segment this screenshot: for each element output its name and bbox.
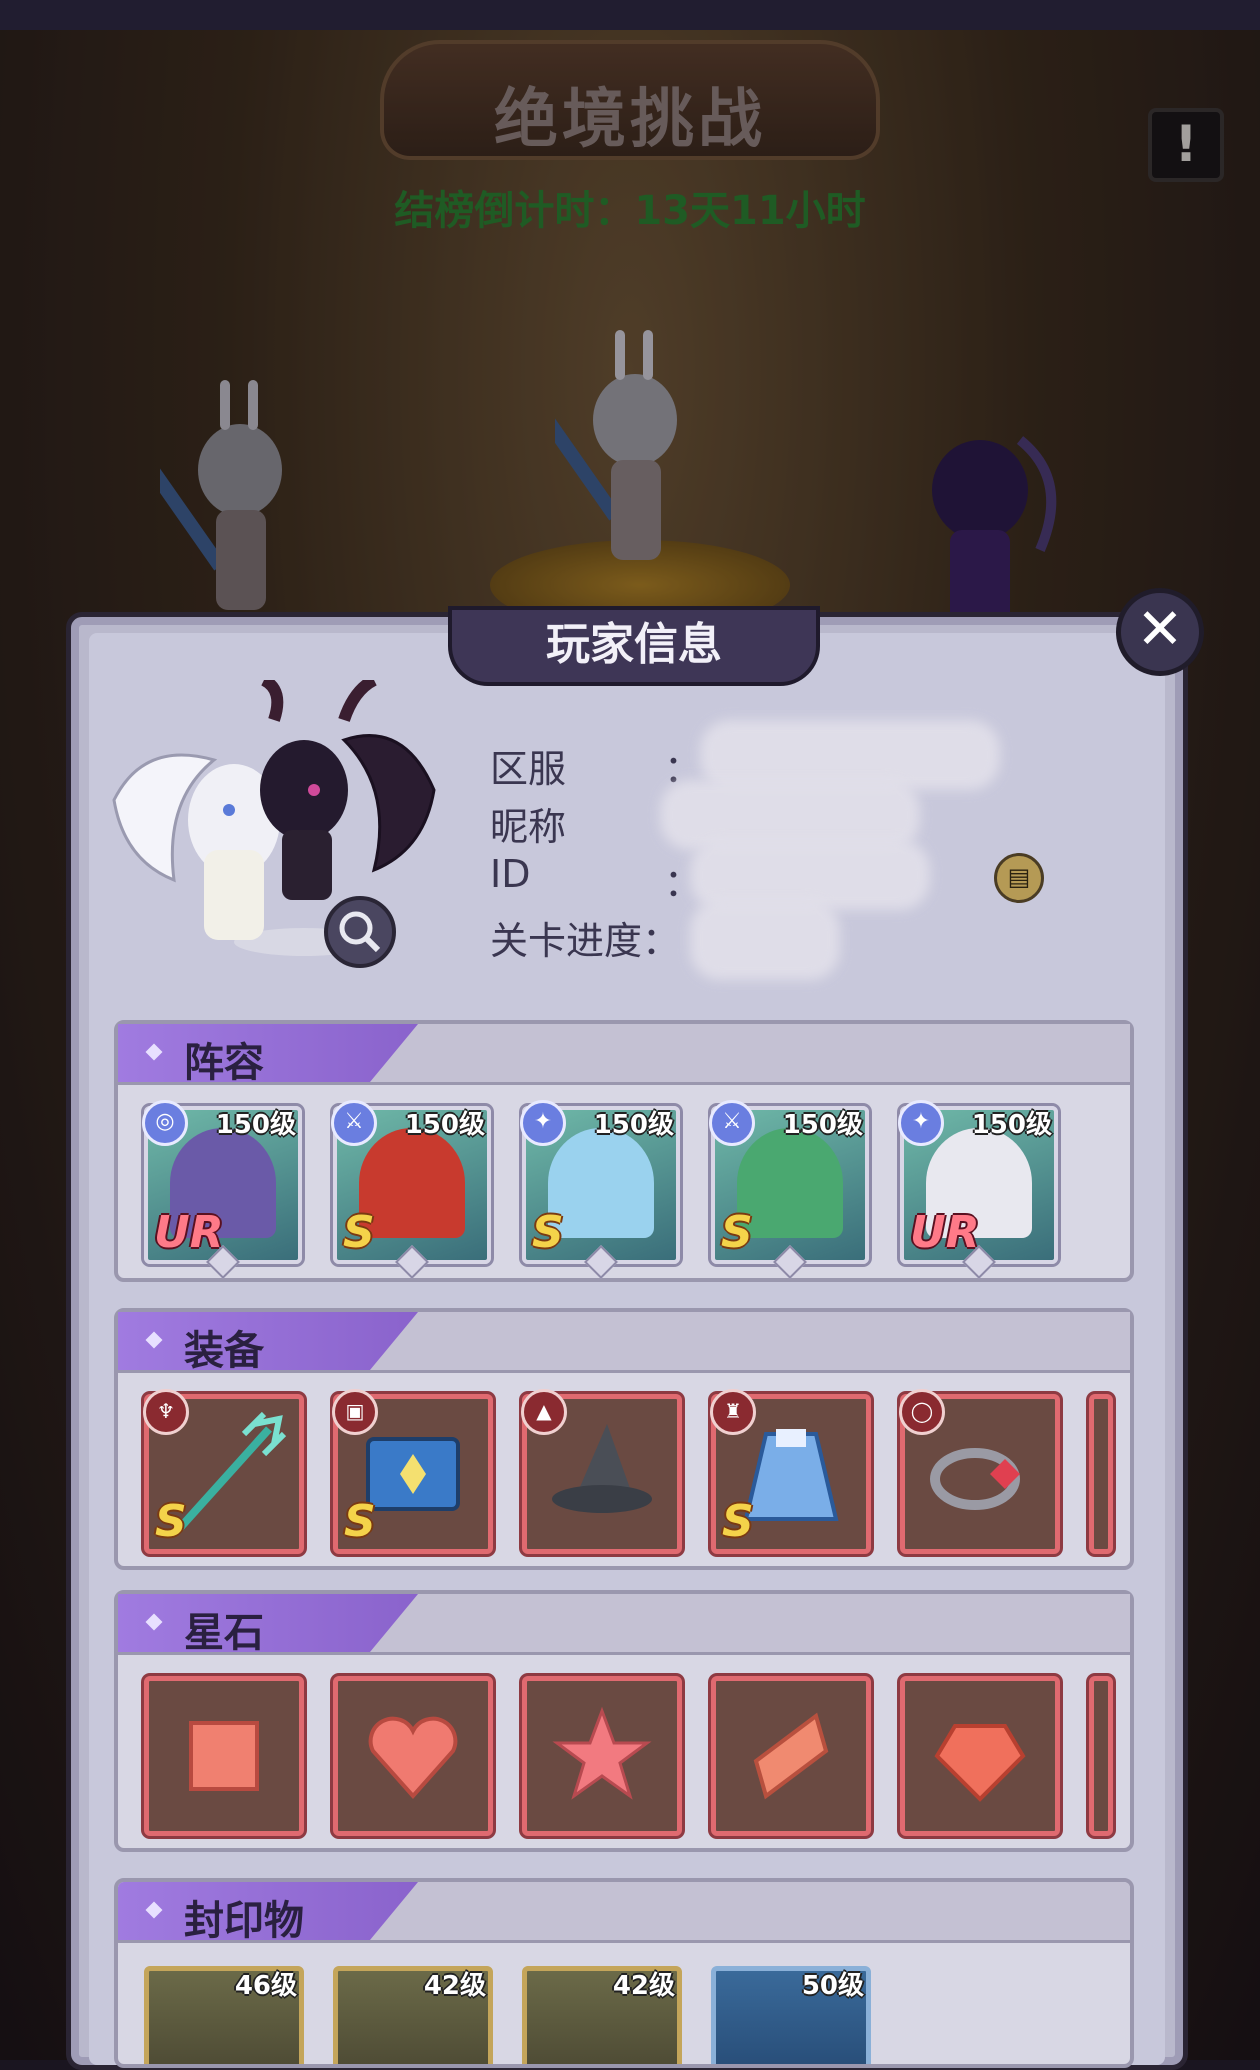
seal-card[interactable]: 42级	[522, 1966, 682, 2064]
square-gem-icon	[149, 1681, 299, 1831]
heart-gem-icon	[338, 1681, 488, 1831]
hero-level: 150级	[782, 1110, 863, 1140]
hero-level: 150级	[215, 1110, 296, 1140]
weapon-slot-icon: ♆	[143, 1389, 189, 1435]
diamond-icon	[395, 1245, 429, 1279]
armor-slot-icon: ♜	[710, 1389, 756, 1435]
server-label: 区服	[490, 747, 567, 791]
seal-section: 封印物 46级 42级 42级 50级	[114, 1878, 1134, 2068]
hero-rank: S	[343, 1207, 375, 1258]
progress-label: 关卡进度：	[490, 919, 681, 963]
seal-title: 封印物	[184, 1898, 304, 1944]
starstone-card[interactable]	[711, 1676, 871, 1836]
hero-level: 150级	[404, 1110, 485, 1140]
copy-icon[interactable]: ▤	[994, 853, 1044, 903]
hero-rank: UR	[910, 1207, 980, 1258]
starstone-card[interactable]	[333, 1676, 493, 1836]
equipment-section: 装备 ♆ S ▣ S ▲ ♜ S ◯	[114, 1308, 1134, 1570]
seal-level: 42级	[423, 1971, 486, 2001]
swirl-icon: ◎	[142, 1100, 188, 1146]
diamond-icon	[773, 1245, 807, 1279]
seal-level: 42级	[612, 1971, 675, 2001]
hero-rank: S	[532, 1207, 564, 1258]
equipment-card-partial[interactable]	[1089, 1394, 1113, 1554]
seal-card[interactable]: 46级	[144, 1966, 304, 2064]
hero-rank: UR	[154, 1207, 224, 1258]
close-icon[interactable]: ✕	[1116, 588, 1204, 676]
magnifier-icon[interactable]	[324, 896, 396, 968]
equipment-card[interactable]: ♆ S	[143, 1389, 304, 1554]
id-label: ID	[490, 852, 531, 896]
lineup-tab	[118, 1024, 418, 1082]
lineup-title: 阵容	[184, 1040, 264, 1086]
ring-slot-icon: ◯	[899, 1389, 945, 1435]
sword-icon: ⚔	[709, 1100, 755, 1146]
wing-icon: ✦	[520, 1100, 566, 1146]
hero-card[interactable]: ◎ 150级 UR	[142, 1100, 302, 1279]
seal-level: 46级	[234, 1971, 297, 2001]
hat-slot-icon: ▲	[521, 1389, 567, 1435]
nickname-label: 昵称	[490, 805, 567, 849]
redacted-progress	[690, 900, 840, 980]
starstone-card[interactable]	[144, 1676, 304, 1836]
wing-icon: ✦	[898, 1100, 944, 1146]
equipment-card[interactable]: ▲	[521, 1389, 682, 1554]
star-gem-icon	[527, 1681, 677, 1831]
starstone-tab	[118, 1594, 418, 1652]
starstone-section: 星石	[114, 1590, 1134, 1852]
equipment-rank: S	[155, 1496, 187, 1547]
hero-card[interactable]: ⚔ 150级 S	[709, 1100, 869, 1279]
panel-title: 玩家信息	[448, 606, 820, 686]
hero-card[interactable]: ⚔ 150级 S	[331, 1100, 491, 1279]
equipment-tab	[118, 1312, 418, 1370]
starstone-card-partial[interactable]	[1089, 1676, 1113, 1836]
book-slot-icon: ▣	[332, 1389, 378, 1435]
equipment-rank: S	[344, 1496, 376, 1547]
lineup-section: 阵容 ◎ 150级 UR ⚔ 150级 S ✦ 150级 S ⚔ 150级 S ✦ 150级 UR	[114, 1020, 1134, 1282]
equipment-title: 装备	[184, 1328, 264, 1374]
seal-card[interactable]: 42级	[333, 1966, 493, 2064]
hero-card[interactable]: ✦ 150级 S	[520, 1100, 680, 1279]
equipment-rank: S	[722, 1496, 754, 1547]
starstone-card[interactable]	[522, 1676, 682, 1836]
seal-level: 50级	[801, 1971, 864, 2001]
round-gem-icon	[905, 1681, 1055, 1831]
hero-level: 150级	[971, 1110, 1052, 1140]
rhombus-gem-icon	[716, 1681, 866, 1831]
seal-card[interactable]: 50级	[711, 1966, 871, 2064]
starstone-card[interactable]	[900, 1676, 1060, 1836]
hero-card[interactable]: ✦ 150级 UR	[898, 1100, 1058, 1279]
equipment-card[interactable]: ♜ S	[710, 1389, 871, 1554]
starstone-title: 星石	[184, 1610, 264, 1656]
diamond-icon	[584, 1245, 618, 1279]
hero-level: 150级	[593, 1110, 674, 1140]
sword-icon: ⚔	[331, 1100, 377, 1146]
equipment-card[interactable]: ▣ S	[332, 1389, 493, 1554]
hero-rank: S	[721, 1207, 753, 1258]
equipment-card[interactable]: ◯	[899, 1389, 1060, 1554]
